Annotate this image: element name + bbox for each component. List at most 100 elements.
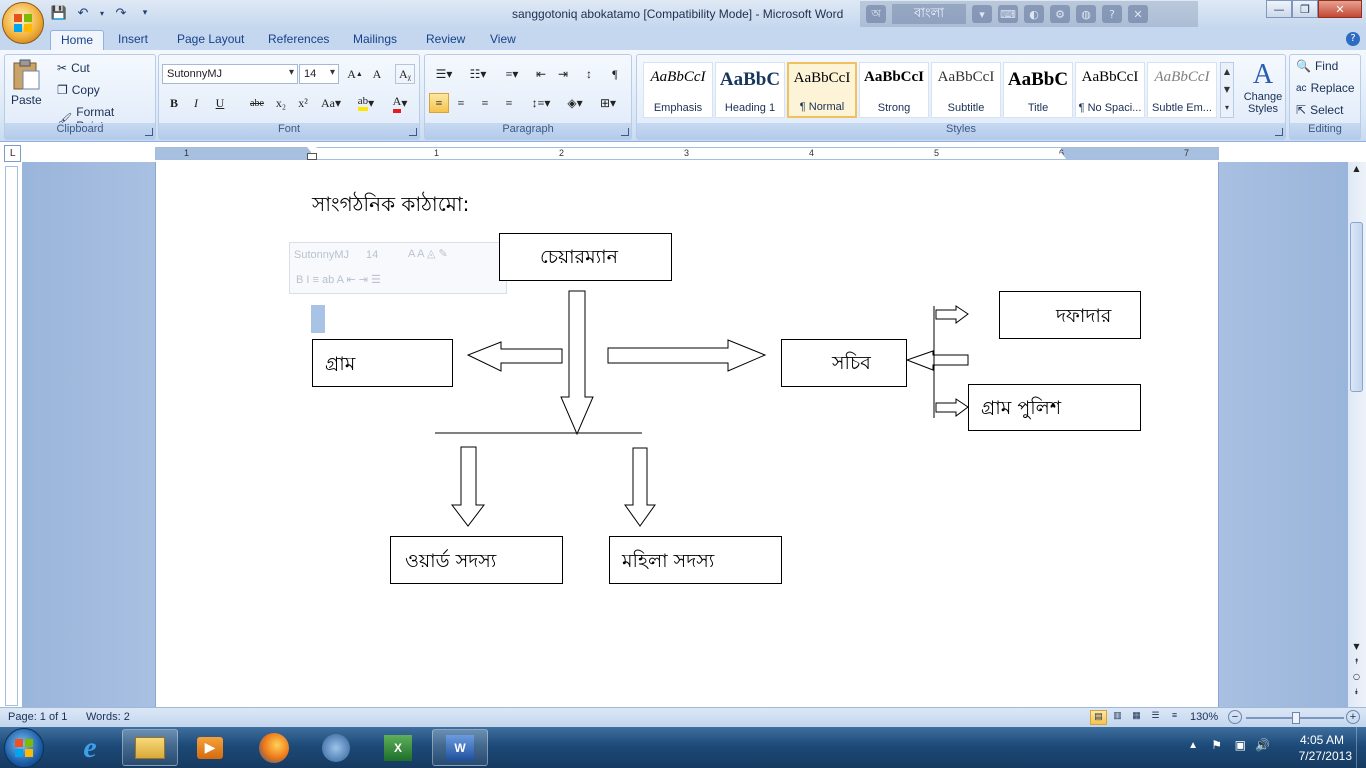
zoom-level[interactable]: 130% [1190, 711, 1218, 723]
media-player-icon[interactable]: ▶ [182, 729, 238, 766]
font-size-combo[interactable]: 14 [299, 64, 339, 84]
align-left-icon[interactable]: ≡ [429, 93, 449, 113]
show-desktop-button[interactable] [1356, 727, 1366, 768]
tab-selector[interactable]: L [4, 145, 21, 162]
file-explorer-icon[interactable] [122, 729, 178, 766]
previous-page-icon[interactable]: ⯭ [1350, 657, 1363, 669]
strikethrough-icon[interactable]: abe [245, 93, 269, 113]
show-hidden-icons-icon[interactable]: ▲ [1188, 740, 1198, 751]
scroll-thumb[interactable] [1350, 222, 1363, 392]
subscript-icon[interactable]: x₂ [271, 93, 291, 113]
select-button[interactable]: ⇱ Select [1296, 103, 1343, 117]
numbering-icon[interactable]: ☷▾ [463, 64, 493, 84]
zoom-out-icon[interactable]: − [1228, 710, 1242, 724]
shrink-font-icon[interactable]: A [367, 64, 387, 84]
close-icon[interactable]: ✕ [1128, 5, 1148, 23]
style-normal[interactable]: AaBbCcI ¶ Normal [787, 62, 857, 118]
firefox-icon[interactable] [246, 729, 302, 766]
customize-qat-icon[interactable]: ▾ [136, 4, 154, 22]
tab-review[interactable]: Review [416, 30, 475, 50]
right-indent-marker[interactable] [1056, 152, 1066, 159]
justify-icon[interactable]: ≡ [499, 93, 519, 113]
minimize-button[interactable]: — [1266, 0, 1292, 18]
outline-icon[interactable]: ☰ [1147, 710, 1164, 725]
change-case-icon[interactable]: Aa▾ [317, 93, 345, 113]
gear-icon[interactable]: ⚙ [1050, 5, 1070, 23]
dialog-launcher-icon[interactable] [409, 128, 417, 136]
flag-icon[interactable]: ⚑ [1211, 738, 1222, 752]
decrease-indent-icon[interactable]: ⇤ [531, 64, 551, 84]
select-browse-object-icon[interactable]: ○ [1350, 672, 1363, 684]
zoom-slider-thumb[interactable] [1292, 712, 1300, 724]
style-subtitle[interactable]: AaBbCcI Subtitle [931, 62, 1001, 118]
office-button[interactable] [2, 2, 44, 44]
scroll-up-icon[interactable]: ▲ [1350, 164, 1363, 176]
help-icon[interactable]: ? [1346, 32, 1360, 46]
redo-icon[interactable]: ↷ [112, 4, 130, 22]
dialog-launcher-icon[interactable] [1275, 128, 1283, 136]
language-indicator[interactable]: বাংলা [892, 4, 966, 24]
zoom-slider[interactable] [1246, 712, 1344, 724]
save-icon[interactable]: 💾 [50, 4, 68, 22]
media-center-icon[interactable] [308, 729, 364, 766]
style-title[interactable]: AaBbC Title [1003, 62, 1073, 118]
excel-icon[interactable]: X [370, 729, 426, 766]
clock-time[interactable]: 4:05 AM [1300, 733, 1344, 747]
superscript-icon[interactable]: x² [293, 93, 313, 113]
style-strong[interactable]: AaBbCcI Strong [859, 62, 929, 118]
volume-icon[interactable]: 🔊 [1255, 738, 1270, 752]
horizontal-ruler[interactable]: 1 1 2 3 4 5 6 7 [155, 147, 1219, 160]
page-count[interactable]: Page: 1 of 1 [8, 711, 67, 723]
hanging-indent-marker[interactable] [307, 153, 317, 160]
bold-icon[interactable]: B [164, 93, 184, 113]
internet-explorer-icon[interactable]: e [62, 729, 118, 766]
globe-icon[interactable]: ◍ [1076, 5, 1096, 23]
ime-letter[interactable]: অ [866, 5, 886, 23]
tab-insert[interactable]: Insert [108, 30, 158, 50]
scroll-down-icon[interactable]: ▼ [1350, 642, 1363, 654]
undo-icon[interactable]: ↶ [74, 4, 92, 22]
increase-indent-icon[interactable]: ⇥ [553, 64, 573, 84]
dropdown-icon[interactable]: ▾ [972, 5, 992, 23]
find-button[interactable]: 🔍 Find [1296, 59, 1338, 73]
keyboard-icon[interactable]: ⌨ [998, 5, 1018, 23]
style-subtle-emphasis[interactable]: AaBbCcI Subtle Em... [1147, 62, 1217, 118]
underline-icon[interactable]: U [210, 93, 230, 113]
help-icon[interactable]: ? [1102, 5, 1122, 23]
close-button[interactable]: ✕ [1318, 0, 1362, 18]
font-color-icon[interactable]: A ▾ [385, 93, 415, 113]
draft-icon[interactable]: ≡ [1166, 710, 1183, 725]
tab-home[interactable]: Home [50, 30, 105, 50]
style-emphasis[interactable]: AaBbCcI Emphasis [643, 62, 713, 118]
style-no-spacing[interactable]: AaBbCcI ¶ No Spaci... [1075, 62, 1145, 118]
highlight-icon[interactable]: ab ▾ [351, 93, 381, 113]
mouse-icon[interactable]: ◐ [1024, 5, 1044, 23]
full-screen-reading-icon[interactable]: ▥ [1109, 710, 1126, 725]
grow-font-icon[interactable]: A ▲ [345, 64, 365, 84]
align-right-icon[interactable]: ≡ [475, 93, 495, 113]
sort-icon[interactable]: ↕ [579, 64, 599, 84]
style-heading-1[interactable]: AaBbC Heading 1 [715, 62, 785, 118]
show-marks-icon[interactable]: ¶ [605, 64, 625, 84]
paste-button[interactable]: Paste [11, 59, 42, 107]
zoom-in-icon[interactable]: + [1346, 710, 1360, 724]
network-icon[interactable]: ▣ [1235, 738, 1246, 752]
line-spacing-icon[interactable]: ↕≡▾ [527, 93, 555, 113]
change-styles-button[interactable]: A Change Styles [1241, 59, 1285, 115]
multilevel-list-icon[interactable]: ≡▾ [497, 64, 527, 84]
word-icon[interactable]: W [432, 729, 488, 766]
document-page[interactable]: সাংগঠনিক কাঠামো: SutonnyMJ 14 A A ◬ ✎ B … [155, 162, 1219, 722]
undo-dropdown-icon[interactable]: ▾ [98, 4, 106, 22]
bullets-icon[interactable]: ☰▾ [429, 64, 459, 84]
tab-references[interactable]: References [258, 30, 339, 50]
next-page-icon[interactable]: ⯯ [1350, 687, 1363, 699]
copy-button[interactable]: ❐ Copy [57, 83, 100, 97]
dialog-launcher-icon[interactable] [145, 128, 153, 136]
restore-button[interactable]: ❐ [1292, 0, 1318, 18]
font-name-combo[interactable]: SutonnyMJ [162, 64, 298, 84]
clear-formatting-icon[interactable]: Aᵪ [395, 64, 415, 84]
cut-button[interactable]: ✂ Cut [57, 61, 90, 75]
styles-scroll[interactable]: ▲ ▼ ▾ [1220, 62, 1234, 118]
clock-date[interactable]: 7/27/2013 [1299, 749, 1352, 763]
italic-icon[interactable]: I [186, 93, 206, 113]
